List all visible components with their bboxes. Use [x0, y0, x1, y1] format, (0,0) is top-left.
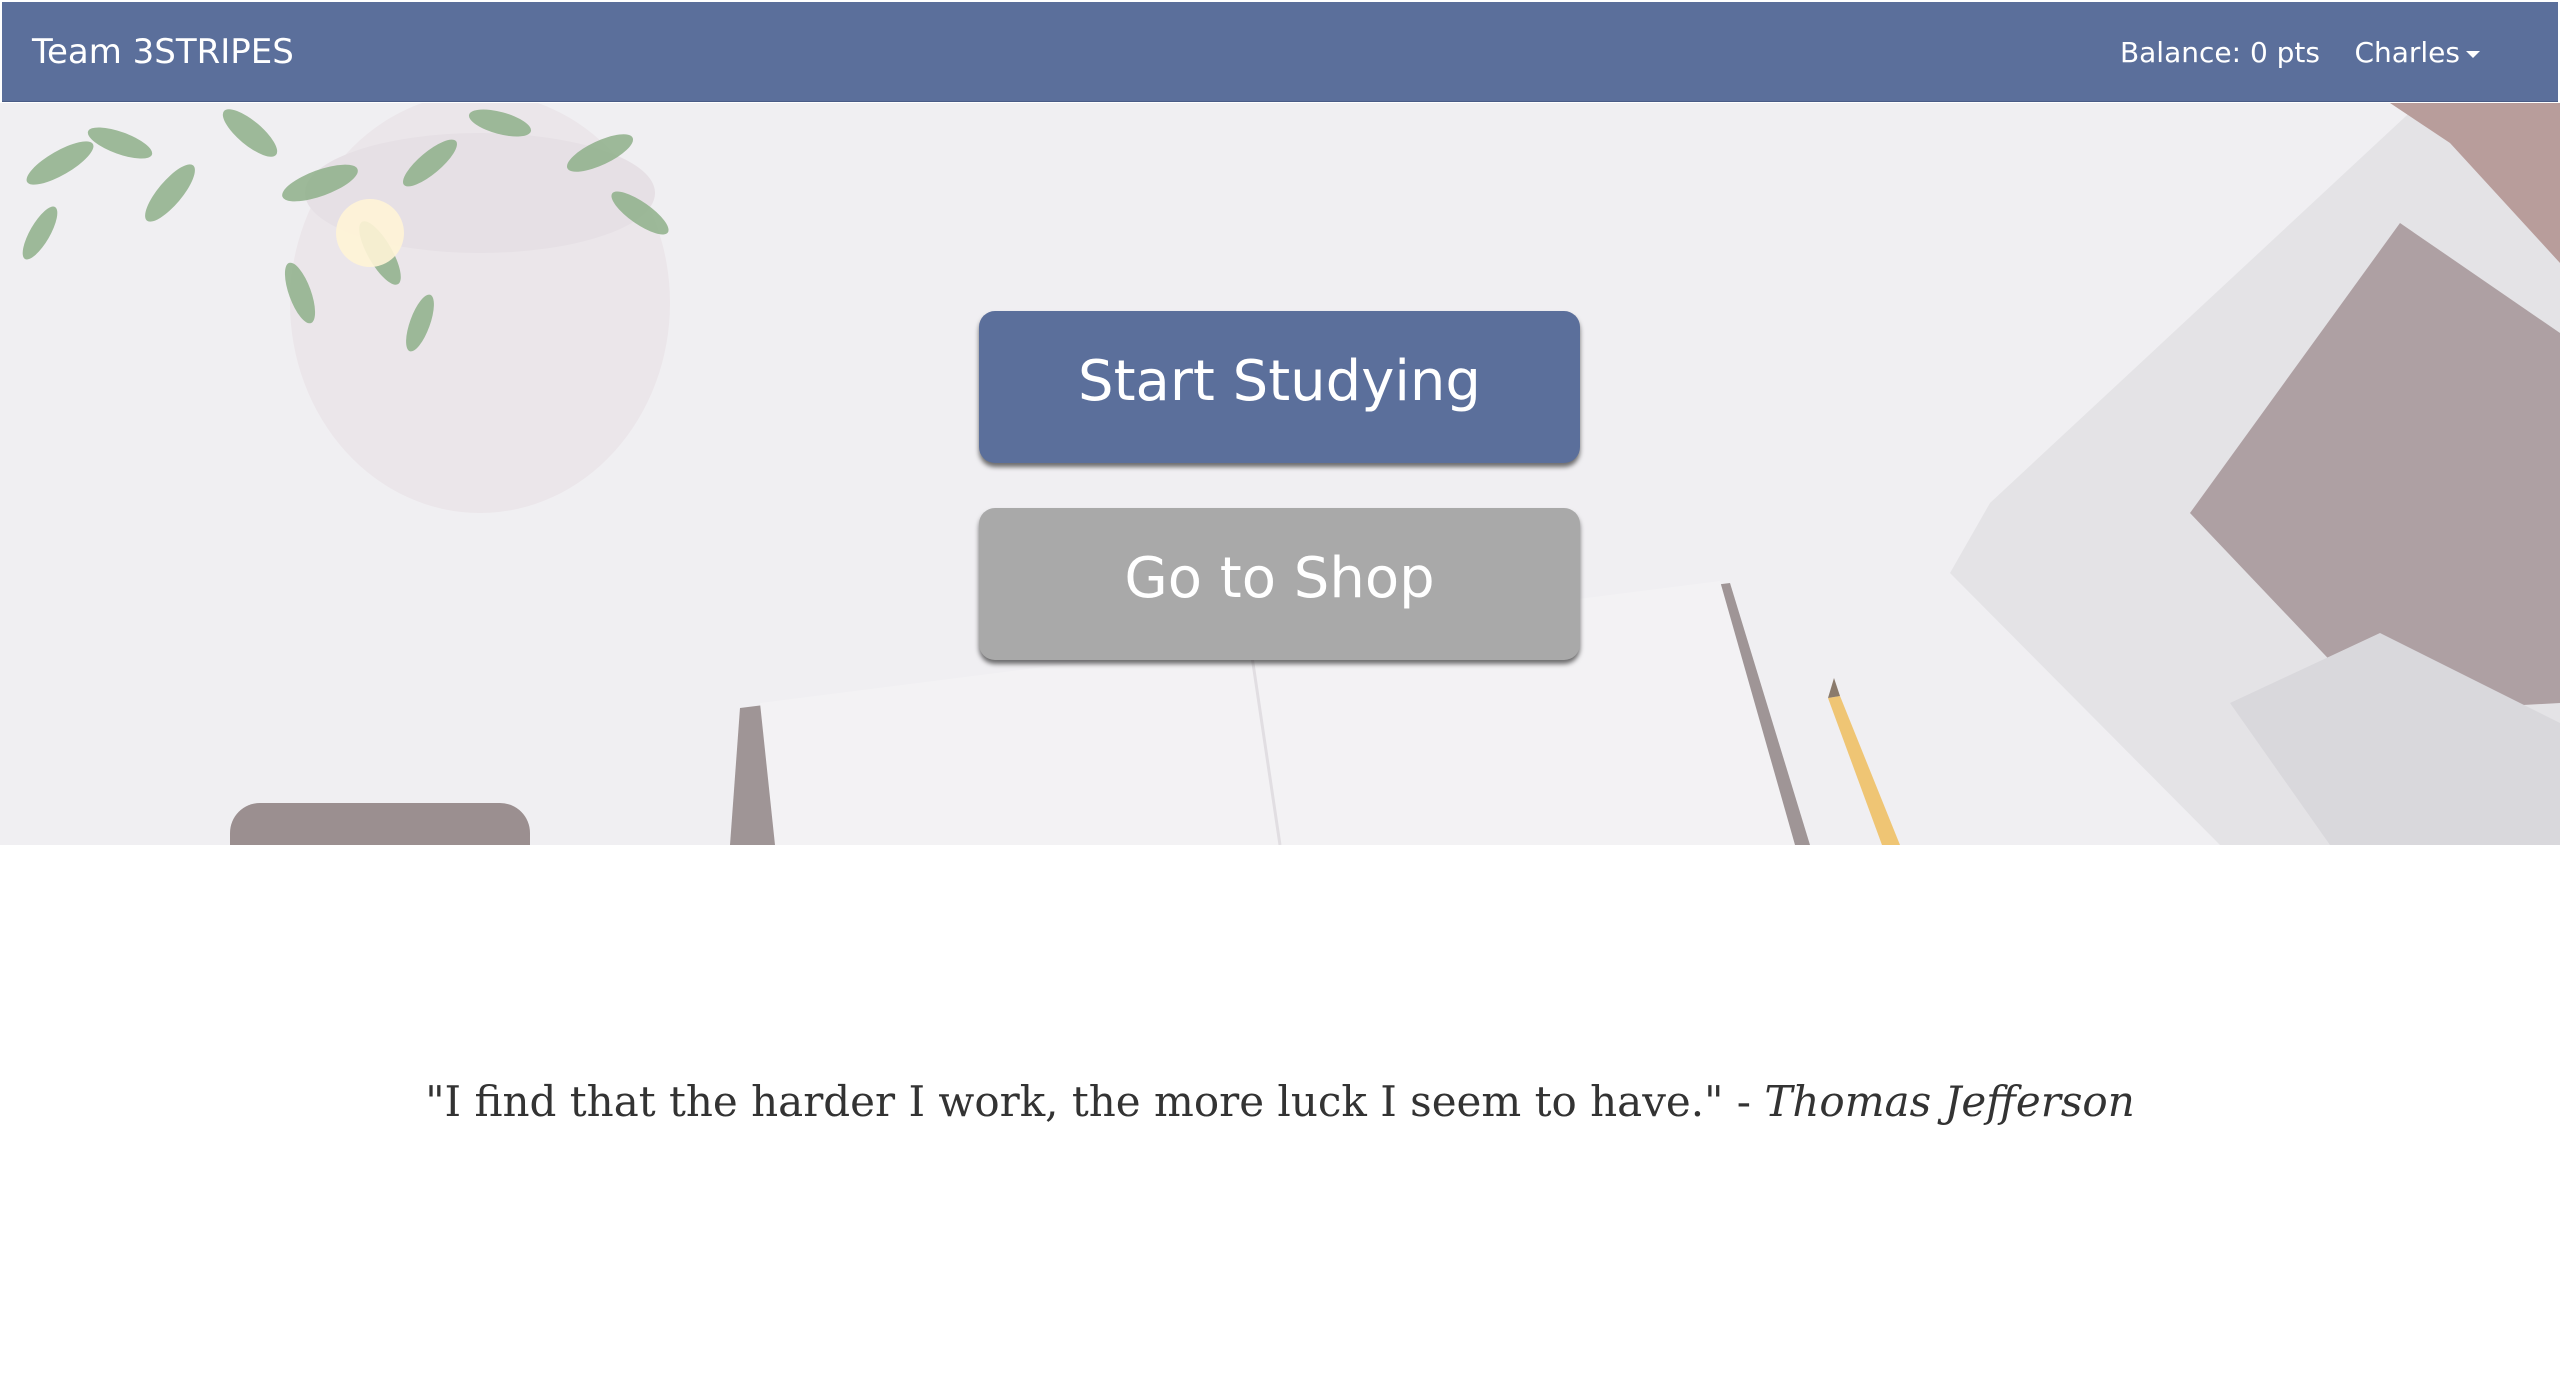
user-menu-dropdown[interactable]: Charles	[2354, 34, 2480, 72]
chevron-down-icon	[2466, 50, 2480, 58]
hero-banner: Start Studying Go to Shop	[0, 103, 2560, 845]
top-navbar: Team 3STRIPES Balance: 0 pts Charles	[2, 2, 2558, 102]
points-balance: Balance: 0 pts	[2119, 36, 2320, 69]
quote-separator: -	[1723, 1077, 1765, 1126]
start-studying-button[interactable]: Start Studying	[979, 311, 1580, 463]
quote-text: "I find that the harder I work, the more…	[425, 1077, 1724, 1126]
go-to-shop-button[interactable]: Go to Shop	[979, 508, 1580, 660]
user-name: Charles	[2354, 36, 2460, 69]
motivational-quote: "I find that the harder I work, the more…	[0, 1072, 2560, 1132]
desk-background-image	[22, 103, 2560, 845]
brand-link[interactable]: Team 3STRIPES	[32, 30, 294, 74]
quote-author: Thomas Jefferson	[1764, 1077, 2135, 1126]
